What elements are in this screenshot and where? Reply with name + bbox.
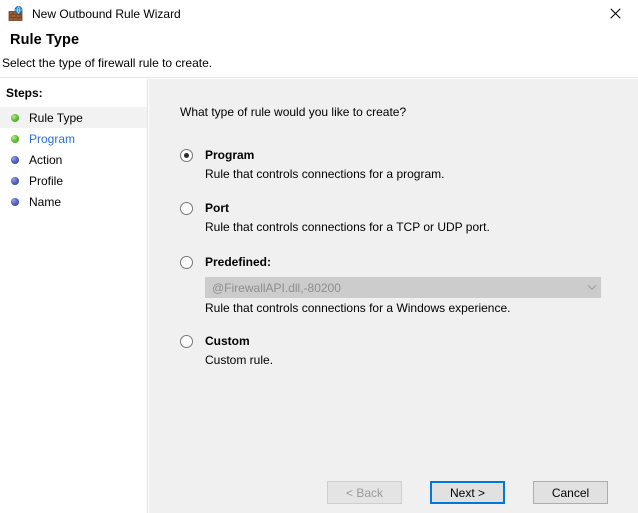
rule-type-option-group: Program Rule that controls connections f…: [180, 147, 618, 367]
back-button[interactable]: < Back: [327, 481, 402, 504]
sidebar-item-label: Action: [29, 152, 63, 167]
option-custom-label: Custom: [205, 334, 250, 348]
option-predefined-label: Predefined:: [205, 255, 272, 269]
content-panel: What type of rule would you like to crea…: [149, 79, 638, 513]
sidebar-item-profile[interactable]: Profile: [0, 170, 147, 191]
page-header: Rule Type Select the type of firewall ru…: [0, 27, 638, 78]
sidebar-item-label: Name: [29, 194, 62, 209]
option-program-description: Rule that controls connections for a pro…: [205, 167, 445, 181]
step-bullet-icon: [11, 155, 19, 164]
option-program[interactable]: Program Rule that controls connections f…: [180, 147, 618, 181]
predefined-rule-dropdown[interactable]: @FirewallAPI.dll,-80200: [205, 277, 601, 298]
sidebar-item-rule-type[interactable]: Rule Type: [0, 107, 147, 128]
option-predefined-description: Rule that controls connections for a Win…: [205, 301, 511, 315]
sidebar-item-label: Profile: [29, 173, 64, 188]
sidebar-item-name[interactable]: Name: [0, 191, 147, 212]
option-custom[interactable]: Custom Custom rule.: [180, 333, 618, 367]
radio-program[interactable]: [180, 149, 193, 162]
sidebar-item-action[interactable]: Action: [0, 149, 147, 170]
step-bullet-icon: [11, 197, 19, 206]
steps-list: Rule Type Program Action Profile Name: [0, 107, 147, 212]
chevron-down-icon: [583, 278, 600, 297]
window-title: New Outbound Rule Wizard: [32, 6, 181, 21]
sidebar-item-label[interactable]: Program: [29, 132, 75, 146]
option-program-label: Program: [205, 148, 255, 162]
title-bar: New Outbound Rule Wizard: [0, 0, 638, 27]
option-custom-description: Custom rule.: [205, 353, 274, 367]
step-bullet-icon: [11, 134, 19, 143]
steps-label: Steps:: [6, 86, 43, 100]
firewall-wall-globe-icon: [8, 5, 24, 22]
steps-sidebar: Steps: Rule Type Program Action Profile …: [0, 79, 148, 513]
page-title: Rule Type: [10, 32, 80, 48]
question-text: What type of rule would you like to crea…: [180, 105, 407, 119]
radio-predefined[interactable]: [180, 256, 193, 269]
step-bullet-icon: [11, 113, 19, 122]
sidebar-item-label: Rule Type: [29, 110, 83, 125]
predefined-rule-value: @FirewallAPI.dll,-80200: [212, 280, 341, 295]
option-port-description: Rule that controls connections for a TCP…: [205, 220, 490, 234]
option-port[interactable]: Port Rule that controls connections for …: [180, 200, 618, 234]
option-port-label: Port: [205, 201, 229, 215]
radio-custom[interactable]: [180, 335, 193, 348]
next-button[interactable]: Next >: [430, 481, 505, 504]
radio-port[interactable]: [180, 202, 193, 215]
option-predefined[interactable]: Predefined: @FirewallAPI.dll,-80200 Rule…: [180, 254, 618, 315]
wizard-footer: < Back Next > Cancel: [149, 455, 638, 513]
close-icon[interactable]: [593, 0, 638, 27]
cancel-button[interactable]: Cancel: [533, 481, 608, 504]
step-bullet-icon: [11, 176, 19, 185]
page-subtitle: Select the type of firewall rule to crea…: [2, 56, 213, 70]
sidebar-item-program[interactable]: Program: [0, 128, 147, 149]
